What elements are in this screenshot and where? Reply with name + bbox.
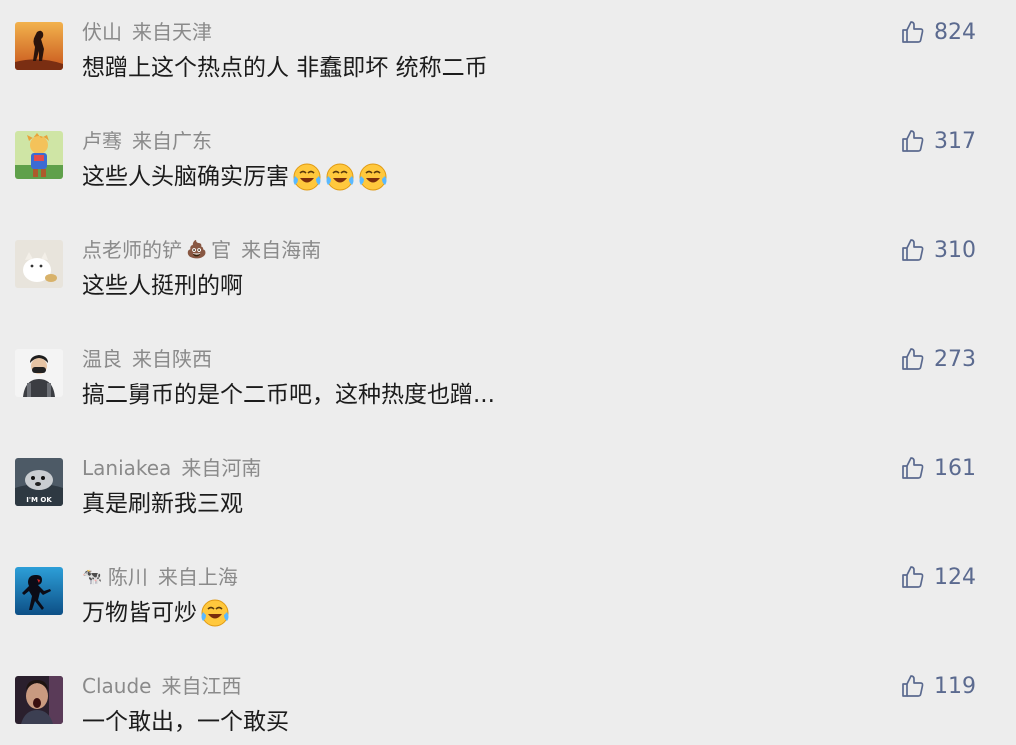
- like-button[interactable]: 119: [901, 671, 976, 701]
- like-button[interactable]: 310: [901, 235, 976, 265]
- poop-icon: 💩: [186, 240, 208, 260]
- comment-text: 这些人头脑确实厉害: [82, 160, 388, 194]
- username[interactable]: 点老师的铲: [82, 235, 182, 265]
- comment-list: 伏山 来自天津 想蹭上这个热点的人 非蠢即坏 统称二币 824 卢骞 来自广东 …: [0, 0, 1016, 745]
- comment-body: 这些人挺刑的啊: [82, 273, 243, 299]
- comment-item: 点老师的铲 💩 官 来自海南 这些人挺刑的啊 310: [0, 218, 1016, 327]
- thumbs-up-icon: [901, 674, 925, 698]
- like-count: 161: [934, 455, 976, 481]
- like-button[interactable]: 273: [901, 344, 976, 374]
- thumbs-up-icon: [901, 565, 925, 589]
- like-count: 317: [934, 128, 976, 154]
- comment-body: 万物皆可炒: [82, 600, 197, 626]
- comment-body: 这些人头脑确实厉害: [82, 164, 289, 190]
- username[interactable]: 卢骞: [82, 126, 122, 156]
- comment-meta: 温良 来自陕西: [82, 344, 212, 374]
- im-ok-seal-avatar[interactable]: I'M OK: [15, 458, 63, 506]
- laughing-crying-emoji: [292, 162, 322, 192]
- comment-meta: 点老师的铲 💩 官 来自海南: [82, 235, 321, 265]
- like-button[interactable]: 317: [901, 126, 976, 156]
- location: 来自广东: [132, 129, 212, 153]
- username[interactable]: 温良: [82, 344, 122, 374]
- comment-text: 这些人挺刑的啊: [82, 269, 243, 303]
- like-count: 824: [934, 19, 976, 45]
- comment-meta: Laniakea 来自河南: [82, 453, 261, 483]
- thumbs-up-icon: [901, 238, 925, 262]
- thumbs-up-icon: [901, 456, 925, 480]
- comment-item: Claude 来自江西 一个敢出，一个敢买 119: [0, 654, 1016, 745]
- comment-text: 一个敢出，一个敢买: [82, 705, 289, 739]
- username[interactable]: Claude: [82, 671, 151, 701]
- shouting-man-avatar[interactable]: [15, 676, 63, 724]
- like-button[interactable]: 824: [901, 17, 976, 47]
- laughing-crying-emoji: [358, 162, 388, 192]
- svg-text:I'M OK: I'M OK: [26, 496, 52, 504]
- comment-text: 真是刷新我三观: [82, 487, 243, 521]
- location: 来自上海: [157, 565, 238, 589]
- username[interactable]: 陈川: [108, 562, 148, 592]
- comment-body: 搞二舅币的是个二币吧，这种热度也蹭...: [82, 382, 495, 408]
- dalmatian-icon: 🐄: [82, 567, 102, 586]
- desert-silhouette-avatar[interactable]: [15, 22, 63, 70]
- like-button[interactable]: 161: [901, 453, 976, 483]
- comment-meta: Claude 来自江西: [82, 671, 241, 701]
- comment-item: 卢骞 来自广东 这些人头脑确实厉害 317: [0, 109, 1016, 218]
- location: 来自海南: [241, 238, 322, 262]
- location: 来自河南: [181, 456, 262, 480]
- thumbs-up-icon: [901, 129, 925, 153]
- comment-item: 伏山 来自天津 想蹭上这个热点的人 非蠢即坏 统称二币 824: [0, 0, 1016, 109]
- comment-text: 万物皆可炒: [82, 596, 230, 630]
- comment-item: 🐄 陈川 来自上海 万物皆可炒 124: [0, 545, 1016, 654]
- comment-meta: 伏山 来自天津: [82, 17, 212, 47]
- comment-meta: 卢骞 来自广东: [82, 126, 212, 156]
- comment-text: 想蹭上这个热点的人 非蠢即坏 统称二币: [82, 51, 488, 85]
- cat-avatar[interactable]: [15, 240, 63, 288]
- like-count: 273: [934, 346, 976, 372]
- spiderman-avatar[interactable]: [15, 567, 63, 615]
- comment-body: 真是刷新我三观: [82, 491, 243, 517]
- like-button[interactable]: 124: [901, 562, 976, 592]
- comment-text: 搞二舅币的是个二币吧，这种热度也蹭...: [82, 378, 495, 412]
- laughing-crying-emoji: [200, 598, 230, 628]
- comment-meta: 🐄 陈川 来自上海: [82, 562, 238, 592]
- username[interactable]: 伏山: [82, 17, 122, 47]
- username[interactable]: Laniakea: [82, 453, 171, 483]
- location: 来自江西: [161, 674, 242, 698]
- username-suffix[interactable]: 官: [211, 235, 231, 265]
- like-count: 310: [934, 237, 976, 263]
- like-count: 124: [934, 564, 976, 590]
- thumbs-up-icon: [901, 347, 925, 371]
- location: 来自天津: [132, 20, 212, 44]
- masked-man-avatar[interactable]: [15, 349, 63, 397]
- laughing-crying-emoji: [325, 162, 355, 192]
- location: 来自陕西: [132, 347, 212, 371]
- comment-body: 想蹭上这个热点的人 非蠢即坏 统称二币: [82, 55, 488, 81]
- comment-item: 温良 来自陕西 搞二舅币的是个二币吧，这种热度也蹭... 273: [0, 327, 1016, 436]
- comment-item: I'M OK Laniakea 来自河南 真是刷新我三观 161: [0, 436, 1016, 545]
- like-count: 119: [934, 673, 976, 699]
- thumbs-up-icon: [901, 20, 925, 44]
- comment-body: 一个敢出，一个敢买: [82, 709, 289, 735]
- anime-character-avatar[interactable]: [15, 131, 63, 179]
